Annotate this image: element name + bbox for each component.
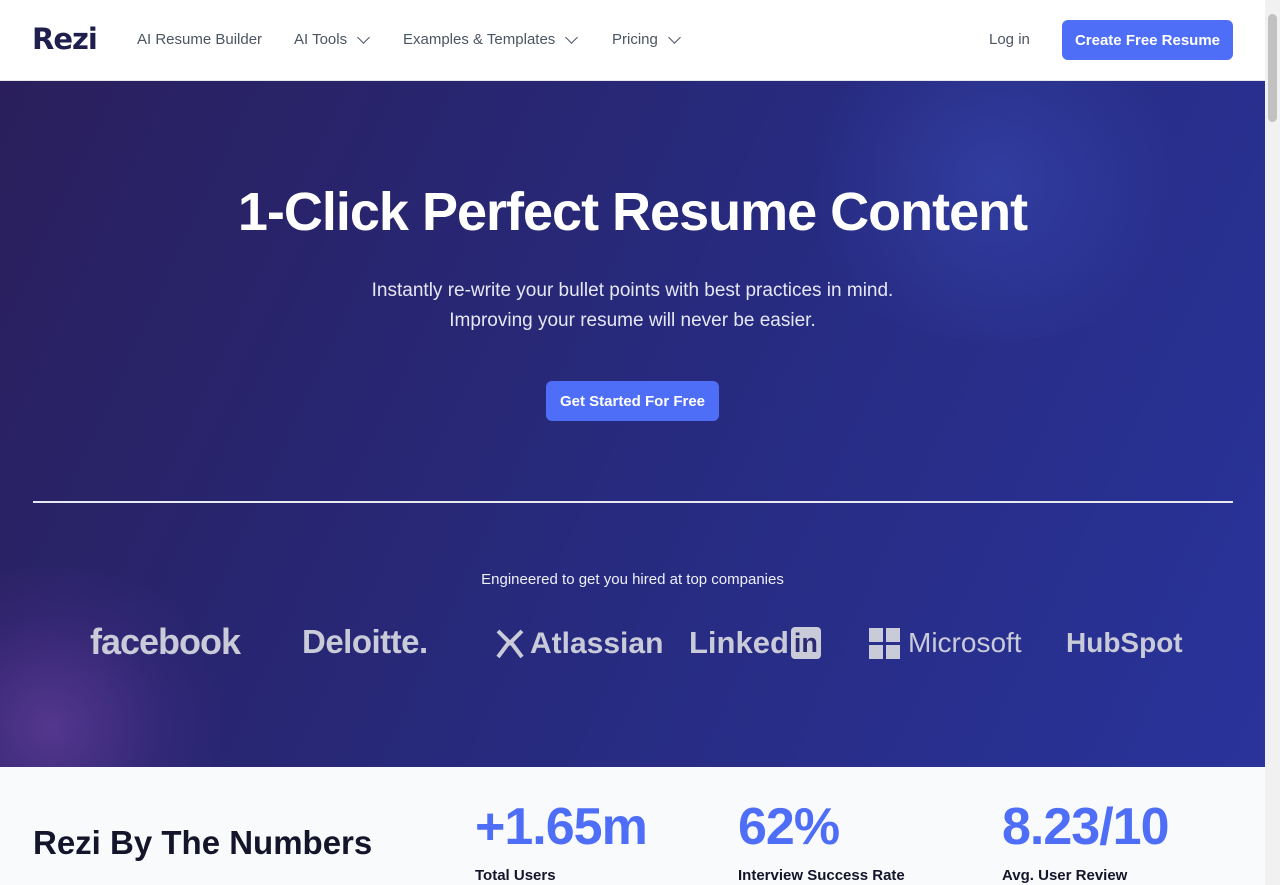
facebook-logo: facebook (90, 621, 241, 663)
chevron-down-icon (357, 30, 370, 44)
microsoft-windows-icon (869, 627, 900, 659)
stat-value: 8.23/10 (1002, 798, 1169, 856)
hubspot-logo: HubSpot (1066, 627, 1183, 659)
hero-subtitle-line-1: Instantly re-write your bullet points wi… (371, 280, 894, 301)
numbers-section: Rezi By The Numbers +1.65m Total Users 6… (0, 767, 1265, 885)
hero-glow (0, 567, 240, 767)
scrollbar-thumb[interactable] (1268, 14, 1277, 122)
nav-ai-tools[interactable]: AI Tools (294, 30, 370, 48)
company-logos: facebook Deloitte. Atlassian Linked in M… (0, 621, 1265, 665)
numbers-title: Rezi By The Numbers (33, 824, 373, 861)
stat-label: Interview Success Rate (738, 867, 905, 884)
login-link[interactable]: Log in (989, 31, 1030, 48)
nav-pricing[interactable]: Pricing (612, 30, 681, 48)
atlassian-logo-text: Atlassian (530, 627, 664, 660)
linkedin-logo-text: Linked (689, 625, 789, 660)
get-started-button[interactable]: Get Started For Free (546, 381, 719, 421)
linkedin-in-box: in (790, 627, 821, 659)
stat-label: Total Users (475, 867, 556, 884)
hero-title: 1-Click Perfect Resume Content (237, 182, 1028, 242)
hero-section: 1-Click Perfect Resume Content Instantly… (0, 81, 1265, 767)
atlassian-icon (496, 629, 524, 659)
create-free-resume-button[interactable]: Create Free Resume (1062, 20, 1233, 60)
page-scrollbar[interactable] (1265, 0, 1280, 885)
hero-subtitle: Instantly re-write your bullet points wi… (0, 276, 1265, 336)
deloitte-logo-text: Deloitte. (302, 623, 428, 660)
nav-examples-templates[interactable]: Examples & Templates (403, 30, 579, 48)
stat-user-review: 8.23/10 Avg. User Review (1002, 797, 1169, 884)
facebook-logo-text: facebook (90, 621, 241, 662)
engineered-caption: Engineered to get you hired at top compa… (481, 571, 784, 588)
hubspot-logo-text: HubSpot (1066, 627, 1183, 658)
nav-ai-tools-label: AI Tools (294, 31, 348, 48)
chevron-down-icon (565, 30, 579, 44)
hero-divider (33, 501, 1233, 503)
nav-pricing-label: Pricing (612, 31, 658, 48)
nav-examples-templates-label: Examples & Templates (403, 31, 556, 48)
microsoft-logo: Microsoft (869, 627, 1022, 659)
atlassian-logo: Atlassian (494, 627, 663, 661)
stat-label: Avg. User Review (1002, 867, 1128, 884)
nav-ai-resume-builder[interactable]: AI Resume Builder (137, 31, 262, 48)
stat-value: 62% (738, 798, 840, 856)
stat-interview-success: 62% Interview Success Rate (738, 797, 905, 884)
hero-subtitle-line-2: Improving your resume will never be easi… (449, 310, 816, 331)
top-navigation: Rezi AI Resume Builder AI Tools Examples… (0, 0, 1265, 81)
deloitte-logo: Deloitte. (302, 623, 428, 661)
nav-ai-resume-builder-label: AI Resume Builder (137, 31, 263, 48)
stat-value: +1.65m (475, 798, 648, 856)
microsoft-logo-text: Microsoft (908, 627, 1022, 658)
rezi-logo[interactable]: Rezi (32, 22, 98, 56)
linkedin-logo: Linked in (689, 625, 821, 661)
stat-total-users: +1.65m Total Users (475, 797, 648, 884)
chevron-down-icon (667, 30, 681, 44)
